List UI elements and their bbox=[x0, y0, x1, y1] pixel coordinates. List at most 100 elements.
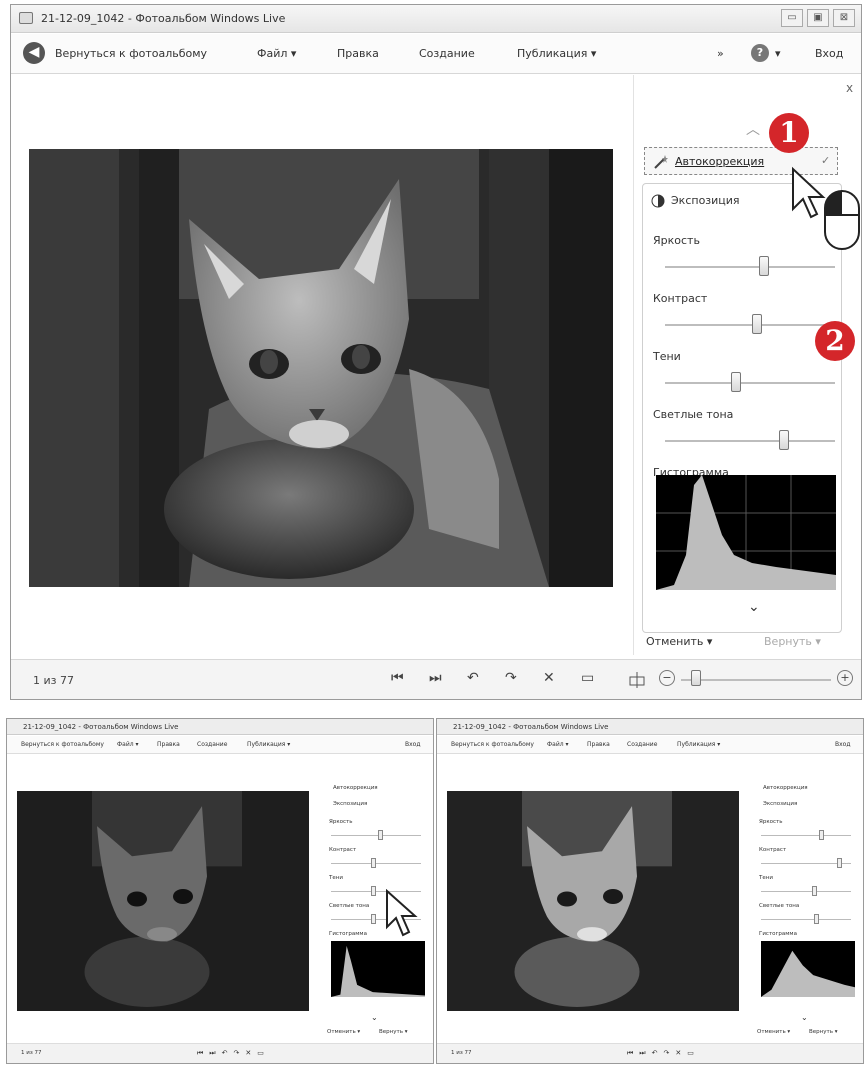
after-window-title: 21-12-09_1042 - Фотоальбом Windows Live bbox=[437, 719, 863, 735]
brightness-slider[interactable] bbox=[819, 830, 825, 840]
status-bar: 1 из 77 ⏮ ⏭ ↶ ↷ ✕ ▭ − + bbox=[11, 659, 861, 699]
shadows-slider[interactable] bbox=[371, 886, 377, 896]
brightness-slider[interactable] bbox=[377, 830, 383, 840]
menu-file[interactable]: Файл ▾ bbox=[547, 741, 569, 748]
redo-button[interactable]: Вернуть ▾ bbox=[379, 1029, 407, 1035]
before-window: 21-12-09_1042 - Фотоальбом Windows Live … bbox=[6, 718, 434, 1064]
fit-icon[interactable] bbox=[627, 670, 647, 690]
rotate-right-icon[interactable]: ↷ bbox=[505, 670, 517, 686]
close-button[interactable]: ⊠ bbox=[833, 9, 855, 27]
shadows-track[interactable] bbox=[761, 891, 851, 892]
redo-button[interactable]: Вернуть ▾ bbox=[764, 635, 821, 648]
shadows-label: Тени bbox=[759, 875, 773, 881]
menu-file[interactable]: Файл ▾ bbox=[117, 741, 139, 748]
exposure-label[interactable]: Экспозиция bbox=[763, 801, 797, 807]
callout-2: 2 bbox=[815, 321, 855, 361]
menu-publish[interactable]: Публикация ▾ bbox=[247, 741, 290, 748]
menu-edit[interactable]: Правка bbox=[587, 741, 610, 748]
menu-publish[interactable]: Публикация ▾ bbox=[517, 47, 596, 60]
back-to-gallery-link[interactable]: Вернуться к фотоальбому bbox=[451, 741, 534, 748]
panel-close-icon[interactable]: x bbox=[846, 81, 853, 95]
brightness-label: Яркость bbox=[759, 819, 783, 825]
slideshow-icon[interactable]: ▭ bbox=[581, 670, 594, 686]
shadows-track[interactable] bbox=[665, 382, 835, 384]
brightness-track[interactable] bbox=[761, 835, 851, 836]
help-icon[interactable]: ? bbox=[751, 44, 769, 62]
panel-down-arrow-icon[interactable]: ⌄ bbox=[801, 1013, 808, 1022]
zoom-out-button[interactable]: − bbox=[659, 670, 675, 686]
photo-counter: 1 из 77 bbox=[451, 1050, 472, 1056]
panel-down-arrow-icon[interactable]: ⌄ bbox=[748, 599, 760, 615]
undo-button[interactable]: Отменить ▾ bbox=[646, 635, 712, 648]
after-photo bbox=[447, 791, 739, 1011]
previous-icon[interactable]: ⏮ bbox=[391, 670, 404, 686]
playback-controls[interactable]: ⏮⏭↶↷✕▭ bbox=[197, 1049, 270, 1058]
highlights-track[interactable] bbox=[665, 440, 835, 442]
menu-create[interactable]: Создание bbox=[197, 741, 227, 748]
autocorrect-label[interactable]: Автокоррекция bbox=[333, 785, 378, 791]
mouse-pointer-icon bbox=[386, 889, 418, 937]
contrast-track[interactable] bbox=[665, 324, 835, 326]
brightness-slider[interactable] bbox=[758, 256, 769, 276]
delete-icon[interactable]: ✕ bbox=[543, 670, 555, 686]
after-menu-bar: Вернуться к фотоальбому Файл ▾ Правка Со… bbox=[437, 736, 863, 754]
zoom-track[interactable] bbox=[681, 679, 831, 681]
exposure-label[interactable]: Экспозиция bbox=[671, 194, 740, 207]
undo-button[interactable]: Отменить ▾ bbox=[327, 1029, 360, 1035]
back-arrow-icon[interactable]: ◀ bbox=[23, 42, 45, 64]
next-icon[interactable]: ⏭ bbox=[429, 670, 442, 686]
before-menu-bar: Вернуться к фотоальбому Файл ▾ Правка Со… bbox=[7, 736, 433, 754]
menu-edit[interactable]: Правка bbox=[157, 741, 180, 748]
brightness-track[interactable] bbox=[331, 835, 421, 836]
before-photo bbox=[17, 791, 309, 1011]
contrast-slider[interactable] bbox=[371, 858, 377, 868]
sign-in-link[interactable]: Вход bbox=[405, 741, 421, 748]
highlights-slider[interactable] bbox=[371, 914, 377, 924]
app-icon bbox=[19, 12, 33, 24]
menu-edit[interactable]: Правка bbox=[337, 47, 379, 60]
zoom-in-button[interactable]: + bbox=[837, 670, 853, 686]
maximize-button[interactable]: ▣ bbox=[807, 9, 829, 27]
exposure-label[interactable]: Экспозиция bbox=[333, 801, 367, 807]
highlights-label: Светлые тона bbox=[653, 408, 734, 421]
menu-create[interactable]: Создание bbox=[419, 47, 475, 60]
redo-button[interactable]: Вернуть ▾ bbox=[809, 1029, 837, 1035]
highlights-track[interactable] bbox=[761, 919, 851, 920]
menu-publish[interactable]: Публикация ▾ bbox=[677, 741, 720, 748]
cat-photo bbox=[29, 149, 613, 587]
playback-controls[interactable]: ⏮⏭↶↷✕▭ bbox=[627, 1049, 700, 1058]
back-to-gallery-link[interactable]: Вернуться к фотоальбому bbox=[55, 47, 207, 60]
highlights-slider[interactable] bbox=[813, 914, 819, 924]
window-title: 21-12-09_1042 - Фотоальбом Windows Live bbox=[41, 12, 286, 25]
brightness-track[interactable] bbox=[665, 266, 835, 268]
zoom-slider[interactable] bbox=[691, 670, 701, 686]
menu-file[interactable]: Файл ▾ bbox=[257, 47, 296, 60]
shadows-slider[interactable] bbox=[731, 372, 742, 392]
histogram-label: Гистограмма bbox=[759, 931, 797, 937]
contrast-label: Контраст bbox=[329, 847, 357, 853]
undo-button[interactable]: Отменить ▾ bbox=[757, 1029, 790, 1035]
help-dropdown-arrow[interactable]: ▾ bbox=[775, 47, 781, 60]
before-window-title: 21-12-09_1042 - Фотоальбом Windows Live bbox=[7, 719, 433, 735]
menu-create[interactable]: Создание bbox=[627, 741, 657, 748]
menu-more[interactable]: » bbox=[717, 47, 724, 60]
highlights-slider[interactable] bbox=[779, 430, 789, 450]
autocorrect-label[interactable]: Автокоррекция bbox=[763, 785, 808, 791]
exposure-icon bbox=[651, 194, 665, 208]
after-window: 21-12-09_1042 - Фотоальбом Windows Live … bbox=[436, 718, 864, 1064]
panel-up-arrow-icon[interactable]: ︿ bbox=[746, 119, 760, 139]
contrast-label: Контраст bbox=[759, 847, 787, 853]
contrast-slider[interactable] bbox=[751, 314, 762, 334]
brightness-label: Яркость bbox=[329, 819, 353, 825]
back-to-gallery-link[interactable]: Вернуться к фотоальбому bbox=[21, 741, 104, 748]
shadows-label: Тени bbox=[653, 350, 681, 363]
sign-in-link[interactable]: Вход bbox=[835, 741, 851, 748]
contrast-slider[interactable] bbox=[837, 858, 843, 868]
sign-in-link[interactable]: Вход bbox=[815, 47, 843, 60]
minimize-button[interactable]: ▭ bbox=[781, 9, 803, 27]
brightness-label: Яркость bbox=[653, 234, 700, 247]
rotate-left-icon[interactable]: ↶ bbox=[467, 670, 479, 686]
panel-down-arrow-icon[interactable]: ⌄ bbox=[371, 1013, 378, 1022]
shadows-slider[interactable] bbox=[812, 886, 817, 896]
after-fix-panel: Автокоррекция Экспозиция Яркость Контрас… bbox=[753, 779, 859, 1047]
